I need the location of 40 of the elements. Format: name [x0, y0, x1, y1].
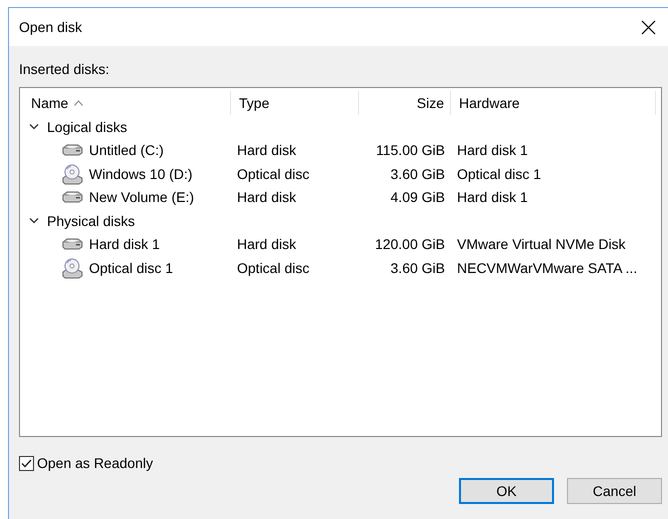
column-header[interactable]: Type — [231, 91, 359, 115]
readonly-checkbox[interactable]: Open as Readonly — [19, 455, 668, 471]
checkmark-icon — [21, 458, 32, 468]
hard-drive-icon — [61, 143, 83, 158]
disk-hardware: Hard disk 1 — [456, 189, 529, 206]
disk-name[interactable]: Windows 10 (D:) — [89, 166, 192, 182]
optical-drive-icon — [61, 256, 83, 279]
hard-drive-icon — [61, 237, 83, 252]
optical-drive-icon — [61, 162, 83, 185]
disk-type: Hard disk — [236, 142, 298, 158]
disk-size: 3.60 GiB — [390, 166, 446, 182]
hard-drive-icon — [61, 190, 83, 204]
close-icon — [640, 20, 656, 34]
disk-type: Optical disc — [236, 166, 310, 182]
column-header[interactable]: Hardware — [451, 91, 656, 115]
expand-chevron-icon[interactable] — [29, 216, 39, 225]
disk-type: Hard disk — [236, 189, 298, 206]
disk-name[interactable]: New Volume (E:) — [89, 189, 194, 206]
window-title: Open disk — [19, 19, 82, 35]
disk-name[interactable]: Optical disc 1 — [89, 260, 174, 276]
cancel-button[interactable]: Cancel — [567, 478, 662, 504]
disk-size: 4.09 GiB — [390, 189, 446, 206]
tree-group[interactable]: Logical disks — [23, 115, 656, 138]
disk-size: 115.00 GiB — [374, 142, 446, 158]
disk-hardware: Hard disk 1 — [456, 142, 529, 158]
disk-hardware: NECVMWarVMware SATA ... — [456, 260, 638, 276]
disk-size: 3.60 GiB — [390, 260, 446, 276]
disk-name[interactable]: Untitled (C:) — [89, 142, 164, 158]
tree-group[interactable]: Physical disks — [23, 209, 656, 232]
disk-type: Hard disk — [236, 236, 298, 252]
disk-hardware: VMware Virtual NVMe Disk — [456, 236, 627, 252]
disk-name[interactable]: Hard disk 1 — [89, 236, 160, 252]
disk-size: 120.00 GiB — [374, 236, 446, 252]
disk-type: Optical disc — [236, 260, 310, 276]
disk-hardware: Optical disc 1 — [456, 166, 542, 182]
ok-button[interactable]: OK — [459, 478, 554, 504]
column-header[interactable]: Size — [359, 91, 451, 115]
list-label: Inserted disks: — [19, 60, 110, 79]
column-header[interactable]: Name — [23, 91, 231, 115]
expand-chevron-icon[interactable] — [29, 122, 39, 131]
